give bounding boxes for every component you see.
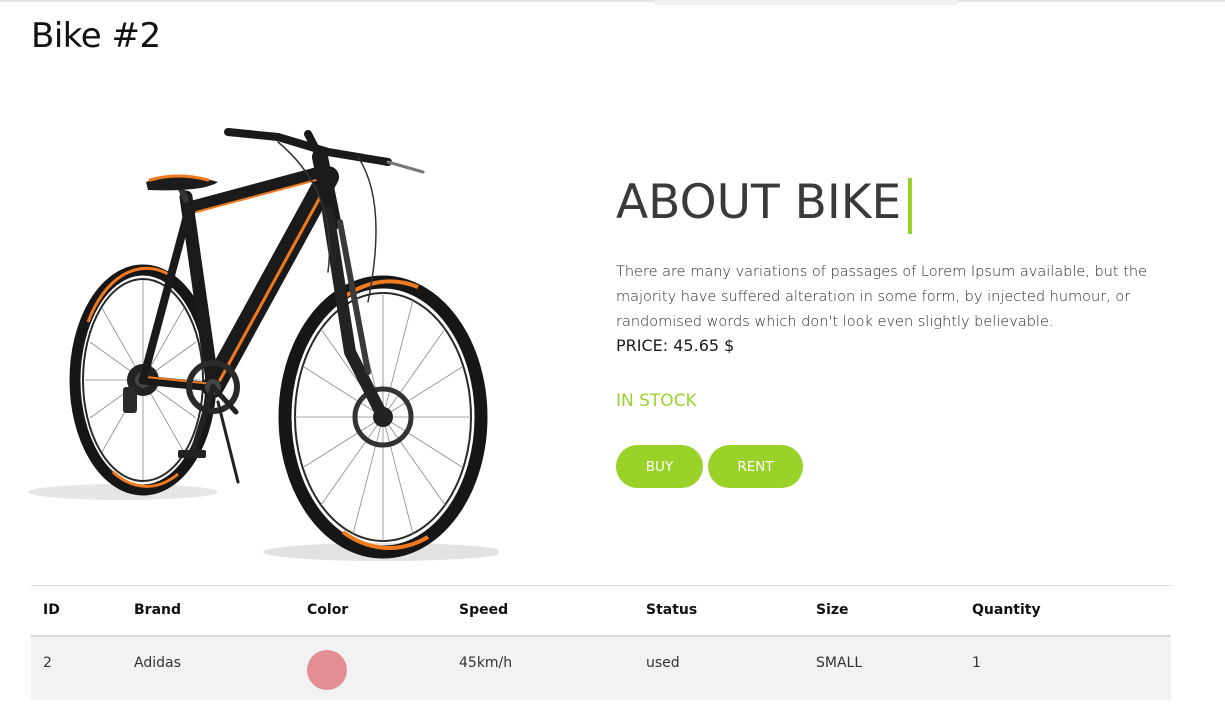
- about-description: There are many variations of passages of…: [616, 264, 1148, 330]
- header-brand: Brand: [134, 602, 182, 619]
- top-border-highlight: [655, 0, 958, 5]
- cell-size: SMALL: [816, 654, 863, 671]
- header-color: Color: [307, 602, 349, 619]
- color-swatch: [307, 649, 347, 690]
- about-heading: ABOUT BIKE: [616, 172, 1156, 234]
- header-speed: Speed: [459, 602, 509, 619]
- cell-brand: Adidas: [134, 654, 181, 671]
- stock-status: IN STOCK: [616, 391, 697, 411]
- header-status: Status: [646, 602, 698, 619]
- about-section: ABOUT BIKE There are many variations of …: [616, 172, 1156, 488]
- header-id: ID: [43, 602, 60, 619]
- buy-button[interactable]: BUY: [616, 445, 703, 488]
- page-title: Bike #2: [31, 16, 161, 56]
- table-header-row: ID Brand Color Speed Status Size Quantit…: [31, 585, 1171, 636]
- action-buttons: BUY RENT: [616, 445, 1156, 488]
- cell-quantity: 1: [972, 654, 981, 671]
- cell-color: [295, 636, 447, 700]
- price-label: PRICE: 45.65 $: [616, 336, 735, 355]
- about-heading-text: ABOUT BIKE: [616, 175, 902, 230]
- cell-status: used: [646, 654, 680, 671]
- cell-id: 2: [43, 654, 52, 671]
- table-row: 2 Adidas 45km/h used SMALL 1: [31, 635, 1171, 700]
- cell-speed: 45km/h: [459, 654, 513, 671]
- bike-image: [28, 112, 498, 562]
- bike-details-table: ID Brand Color Speed Status Size Quantit…: [31, 585, 1171, 700]
- top-border: [0, 0, 1225, 2]
- header-quantity: Quantity: [972, 602, 1041, 619]
- header-size: Size: [816, 602, 849, 619]
- heading-accent-bar: [908, 178, 913, 234]
- rent-button[interactable]: RENT: [708, 445, 803, 488]
